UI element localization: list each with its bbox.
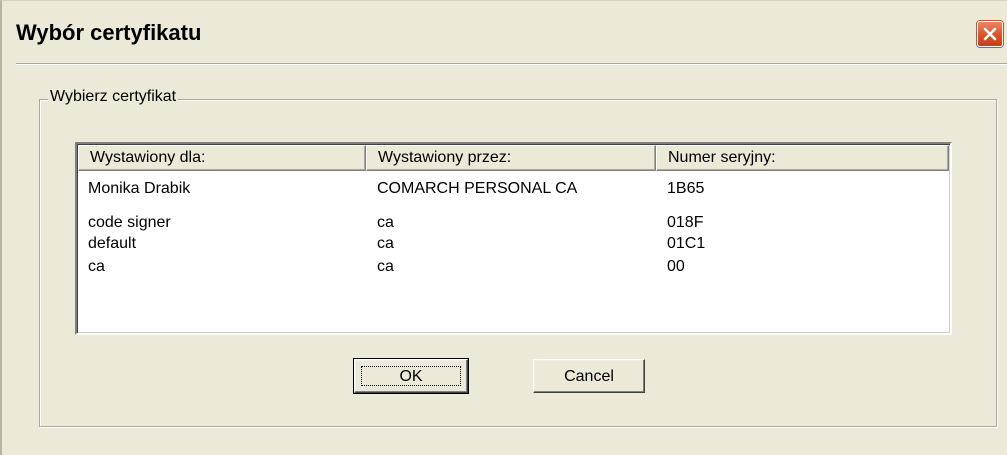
close-button[interactable] (977, 21, 1003, 47)
certificate-list[interactable]: Wystawiony dla: Wystawiony przez: Numer … (75, 142, 952, 335)
cell-issued-to: Monika Drabik (88, 180, 191, 197)
cell-serial-number: 00 (667, 258, 685, 275)
cell-issued-by: COMARCH PERSONAL CA (377, 180, 578, 197)
cancel-button-label: Cancel (564, 367, 614, 385)
focus-rectangle (361, 366, 461, 386)
ok-button[interactable]: OK (353, 358, 469, 394)
cell-serial-number: 018F (667, 214, 704, 231)
list-header: Wystawiony dla: Wystawiony przez: Numer … (78, 145, 949, 171)
cell-issued-to: code signer (88, 214, 171, 231)
dialog-title: Wybór certyfikatu (16, 20, 202, 45)
column-header-issued-to[interactable]: Wystawiony dla: (78, 145, 366, 171)
cancel-button[interactable]: Cancel (533, 359, 645, 393)
cell-serial-number: 1B65 (667, 180, 705, 197)
title-separator (16, 63, 1007, 65)
certificate-dialog: Wybór certyfikatu Wybierz certyfikat Wys… (0, 0, 1007, 455)
close-icon (983, 27, 997, 41)
title-bar[interactable]: Wybór certyfikatu (2, 11, 1007, 65)
column-header-serial-number[interactable]: Numer seryjny: (656, 145, 949, 171)
cell-issued-by: ca (377, 235, 394, 252)
table-row[interactable]: Monika Drabik COMARCH PERSONAL CA 1B65 (77, 180, 950, 200)
cell-issued-to: default (88, 235, 137, 252)
table-row[interactable]: code signer ca 018F (77, 214, 950, 234)
cell-issued-to: ca (88, 258, 105, 275)
cell-issued-by: ca (377, 258, 394, 275)
table-row[interactable]: ca ca 00 (77, 258, 950, 278)
groupbox-label: Wybierz certyfikat (48, 88, 179, 106)
column-header-issued-by[interactable]: Wystawiony przez: (366, 145, 656, 171)
table-row[interactable]: default ca 01C1 (77, 235, 950, 255)
cell-issued-by: ca (377, 214, 394, 231)
certificate-groupbox: Wybierz certyfikat Wystawiony dla: Wysta… (39, 88, 997, 427)
cell-serial-number: 01C1 (667, 235, 706, 252)
